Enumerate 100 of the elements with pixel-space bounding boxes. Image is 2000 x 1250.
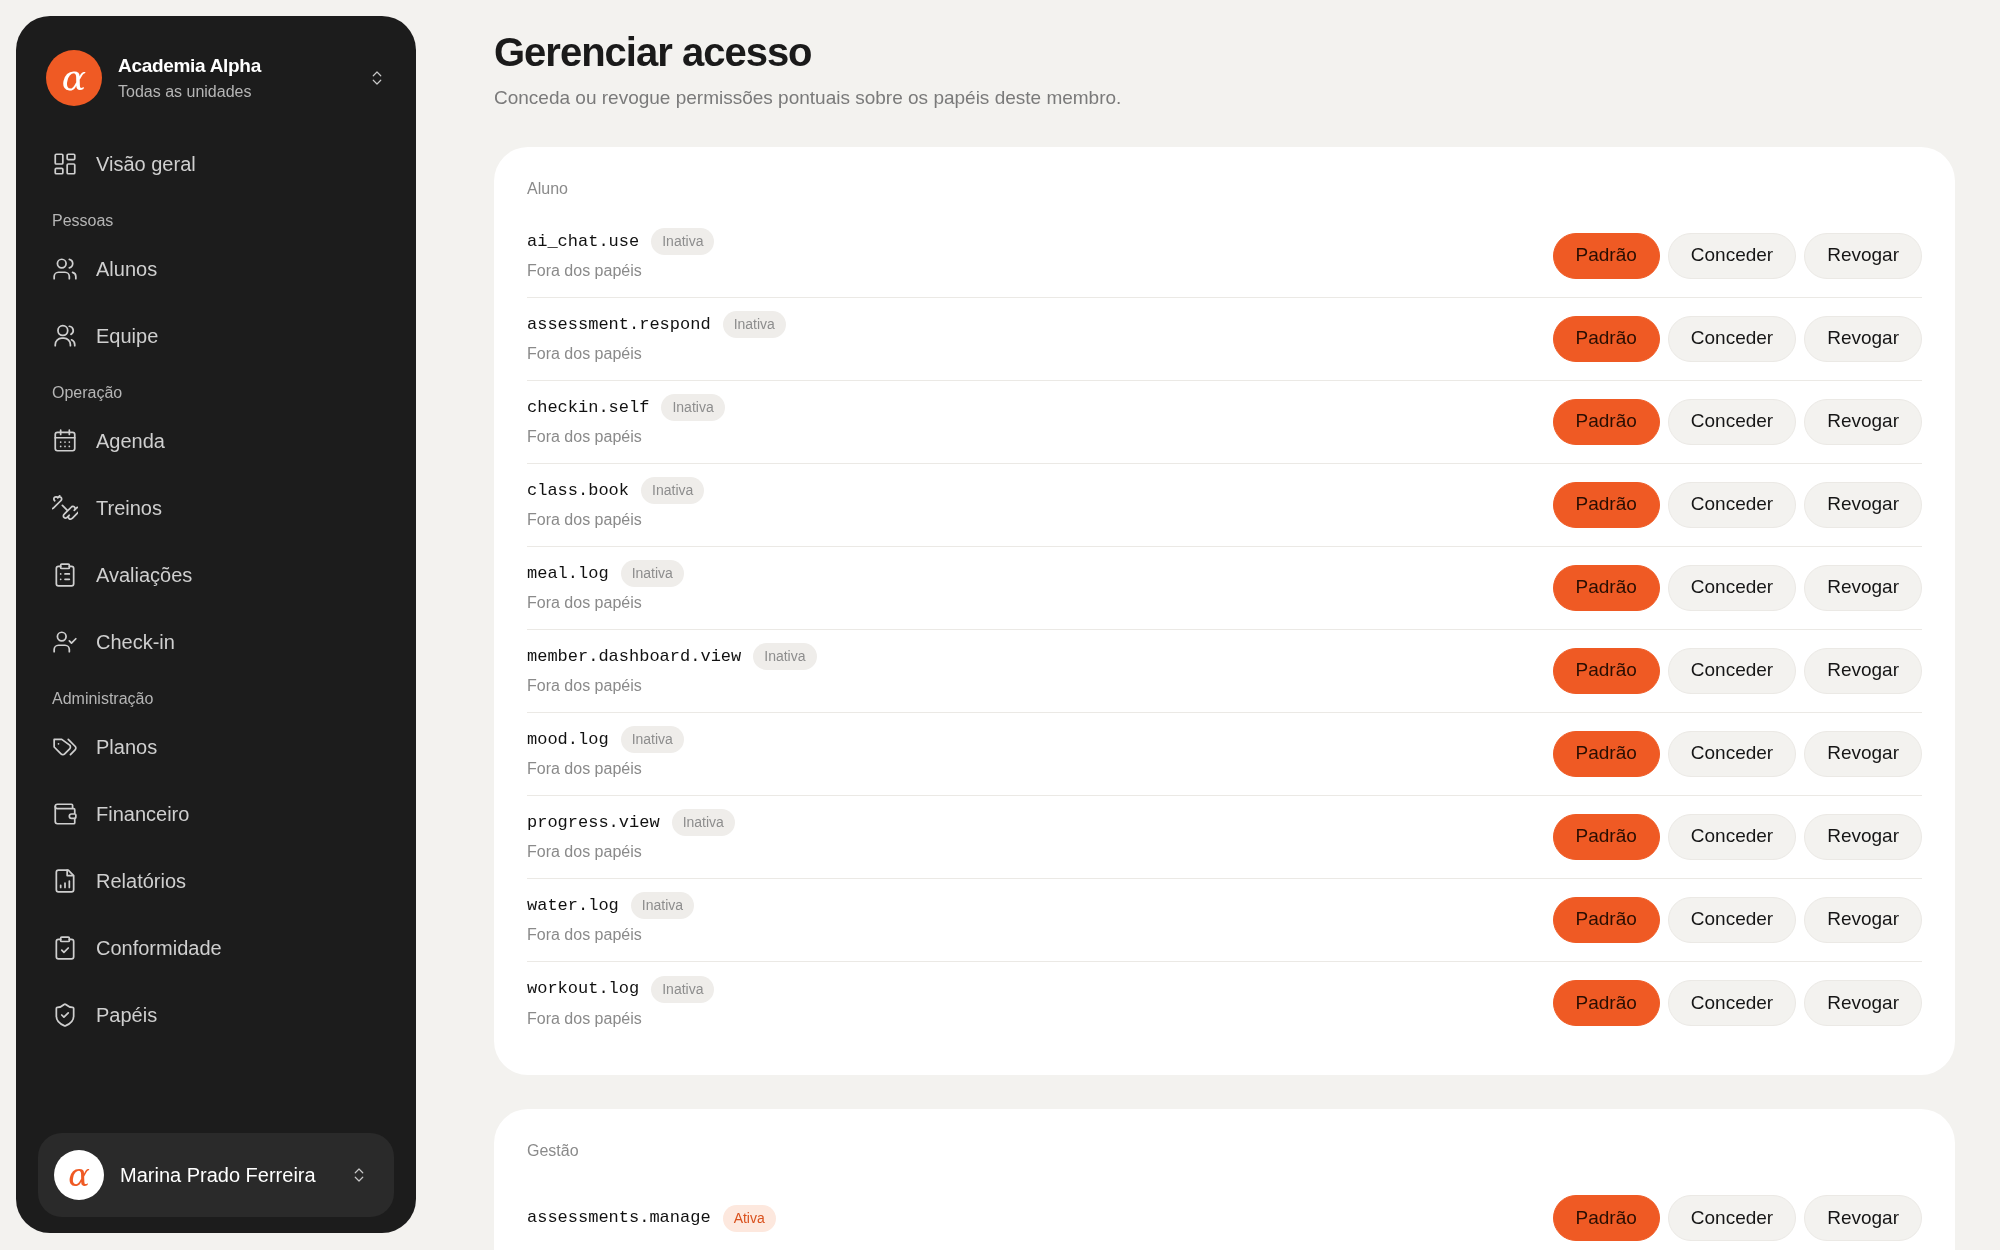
option-button[interactable]: Conceder: [1667, 896, 1797, 943]
permission-code: checkin.self: [527, 396, 650, 419]
permission-note: Fora dos papéis: [527, 925, 643, 945]
nav-item[interactable]: Check-in: [38, 616, 394, 668]
option-button[interactable]: Revogar: [1804, 315, 1922, 362]
org-name: Academia Alpha: [118, 53, 263, 78]
wallet-icon: [52, 801, 78, 827]
permission-code: water.log: [527, 894, 619, 917]
nav-item[interactable]: Visão geral: [38, 138, 394, 190]
nav-item[interactable]: Relatórios: [38, 855, 394, 907]
option-button[interactable]: Conceder: [1667, 813, 1797, 860]
status-badge: Ativa: [722, 1204, 776, 1232]
user-name: Marina Prado Ferreira: [120, 1163, 317, 1188]
user-switcher[interactable]: α Marina Prado Ferreira: [38, 1133, 394, 1217]
status-badge: Inativa: [671, 809, 735, 836]
page-title: Gerenciar acesso: [494, 29, 813, 76]
nav-section-label: Administração: [51, 689, 155, 709]
nav-section-label: Pessoas: [51, 211, 115, 231]
user-avatar: α: [54, 1150, 104, 1200]
permission-note: Fora dos papéis: [527, 759, 643, 779]
nav-item[interactable]: Agenda: [38, 415, 394, 467]
option-button[interactable]: Conceder: [1667, 564, 1797, 611]
status-badge: Inativa: [753, 643, 817, 670]
users-icon: [52, 256, 78, 282]
user-icon: [52, 323, 78, 349]
option-button[interactable]: Conceder: [1667, 398, 1797, 445]
nav-item[interactable]: Conformidade: [38, 922, 394, 974]
permission-code: progress.view: [527, 811, 660, 834]
permission-note: Fora dos papéis: [527, 510, 643, 530]
nav-section-label: Operação: [51, 383, 124, 403]
option-button[interactable]: Revogar: [1804, 398, 1922, 445]
status-badge: Inativa: [641, 477, 705, 504]
permission-note: Fora dos papéis: [527, 427, 643, 447]
page-subtitle: Conceda ou revogue permissões pontuais sobre os papéis deste membro.: [494, 86, 1123, 110]
option-button[interactable]: Padrão: [1552, 730, 1660, 777]
grid-icon: [52, 151, 78, 177]
org-subtitle: Todas as unidades: [118, 82, 253, 103]
nav-item[interactable]: Financeiro: [38, 788, 394, 840]
nav-item[interactable]: Papéis: [38, 989, 394, 1041]
status-badge: Inativa: [620, 726, 684, 753]
option-button[interactable]: Padrão: [1552, 564, 1660, 611]
option-button[interactable]: Padrão: [1552, 315, 1660, 362]
option-button[interactable]: Revogar: [1804, 730, 1922, 777]
option-button[interactable]: Padrão: [1552, 896, 1660, 943]
nav-item[interactable]: Planos: [38, 721, 394, 773]
status-badge: Inativa: [651, 228, 715, 255]
option-button[interactable]: Conceder: [1667, 481, 1797, 528]
clipboard-check-icon: [52, 935, 78, 961]
option-button[interactable]: Conceder: [1667, 232, 1797, 279]
nav-item[interactable]: Avaliações: [38, 549, 394, 601]
permission-code: assessments.manage: [527, 1207, 711, 1230]
option-button[interactable]: Revogar: [1804, 481, 1922, 528]
nav-item[interactable]: Treinos: [38, 482, 394, 534]
option-button[interactable]: Revogar: [1804, 896, 1922, 943]
permission-code: meal.log: [527, 562, 609, 585]
option-button[interactable]: Padrão: [1552, 1195, 1660, 1241]
permission-note: Fora dos papéis: [527, 261, 643, 281]
permission-code: workout.log: [527, 978, 640, 1001]
option-button[interactable]: Conceder: [1667, 730, 1797, 777]
option-button[interactable]: Conceder: [1667, 647, 1797, 694]
permission-note: Fora dos papéis: [527, 1008, 643, 1029]
clipboard-icon: [52, 562, 78, 588]
group-title: Aluno: [527, 178, 569, 199]
option-button[interactable]: Padrão: [1552, 398, 1660, 445]
option-button[interactable]: Padrão: [1552, 481, 1660, 528]
option-button[interactable]: Conceder: [1667, 1195, 1797, 1241]
option-button[interactable]: Padrão: [1552, 647, 1660, 694]
nav-item[interactable]: Equipe: [38, 310, 394, 362]
status-badge: Inativa: [722, 311, 786, 338]
option-button[interactable]: Revogar: [1804, 813, 1922, 860]
nav-item[interactable]: Alunos: [38, 243, 394, 295]
permission-note: Fora dos papéis: [527, 344, 643, 364]
option-button[interactable]: Padrão: [1552, 980, 1660, 1026]
option-button[interactable]: Padrão: [1552, 813, 1660, 860]
option-button[interactable]: Padrão: [1552, 232, 1660, 279]
shield-check-icon: [52, 1002, 78, 1028]
permission-code: mood.log: [527, 728, 609, 751]
status-badge: Inativa: [630, 892, 695, 919]
option-button[interactable]: Revogar: [1804, 564, 1922, 611]
permission-note: Fora dos papéis: [527, 593, 643, 613]
option-button[interactable]: Revogar: [1804, 980, 1922, 1026]
permission-code: assessment.respond: [527, 313, 711, 336]
status-badge: Inativa: [620, 560, 684, 587]
option-button[interactable]: Conceder: [1667, 980, 1797, 1026]
calendar-icon: [52, 428, 78, 454]
group-title: Gestão: [527, 1140, 580, 1161]
user-check-icon: [52, 629, 78, 655]
report-icon: [52, 868, 78, 894]
status-badge: Inativa: [661, 394, 725, 421]
permission-note: Fora dos papéis: [527, 676, 643, 696]
permission-note: Fora dos papéis: [527, 842, 643, 862]
option-button[interactable]: Revogar: [1804, 1195, 1922, 1241]
brand-logo: α: [46, 50, 102, 106]
status-badge: Inativa: [651, 975, 715, 1003]
option-button[interactable]: Revogar: [1804, 647, 1922, 694]
permission-code: class.book: [527, 479, 630, 502]
permission-code: ai_chat.use: [527, 230, 640, 253]
permission-code: member.dashboard.view: [527, 645, 742, 668]
option-button[interactable]: Revogar: [1804, 232, 1922, 279]
option-button[interactable]: Conceder: [1667, 315, 1797, 362]
